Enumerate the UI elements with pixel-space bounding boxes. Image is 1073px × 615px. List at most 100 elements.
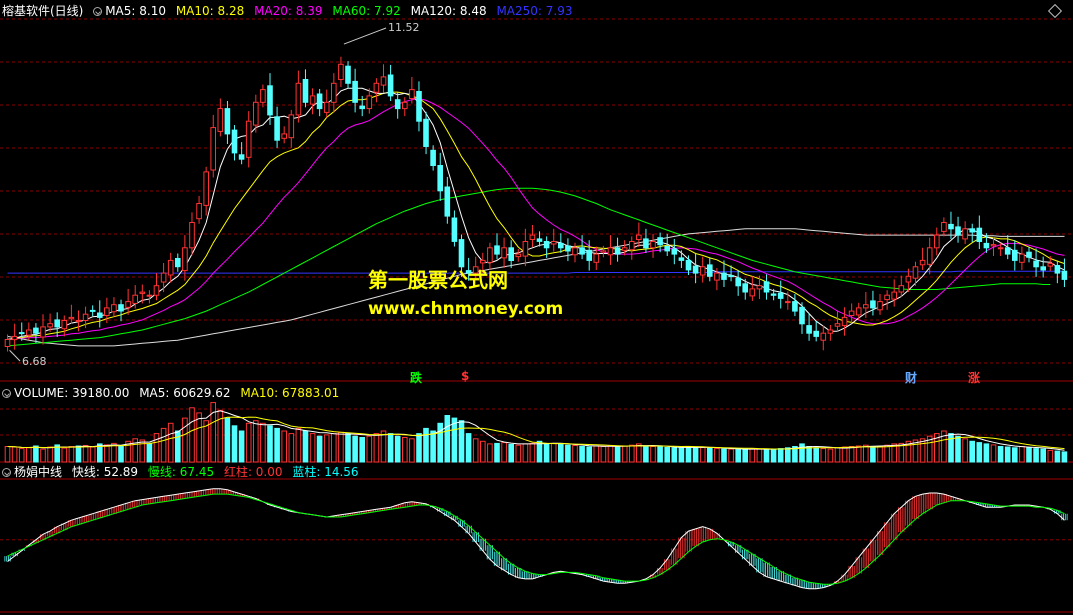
event-marker-rise[interactable]: 涨 <box>968 369 980 386</box>
volume-bar <box>281 430 287 463</box>
candle-body <box>621 247 628 251</box>
volume-bar <box>848 446 855 463</box>
volume-bar <box>948 433 954 463</box>
indicator-settings-icon[interactable] <box>2 468 11 477</box>
candle-body <box>692 265 699 274</box>
candle-body <box>182 247 188 272</box>
volume-bar <box>316 435 323 463</box>
candle-body <box>678 257 685 261</box>
candle-body <box>742 283 749 293</box>
volume-bar <box>402 437 408 463</box>
volume-bar <box>707 447 713 463</box>
candle-body <box>969 228 976 233</box>
candle-body <box>33 327 39 334</box>
candle-body <box>146 294 153 297</box>
volume-bar <box>458 420 465 463</box>
volume-bar <box>416 433 422 463</box>
volume-bar <box>643 445 649 463</box>
candle-body <box>274 116 280 141</box>
volume-bar <box>565 444 571 463</box>
volume-bar <box>515 444 522 463</box>
candle-body <box>643 238 649 249</box>
candle-body <box>345 65 351 84</box>
candle-body <box>770 293 777 296</box>
ma60-label: MA60: 7.92 <box>332 4 401 18</box>
candle-body <box>997 247 1004 250</box>
candle-body <box>97 312 103 318</box>
volume-bar <box>267 425 273 463</box>
volume-bar <box>508 443 514 463</box>
volume-bar <box>196 412 202 463</box>
volume-bar <box>224 417 231 463</box>
volume-bar <box>26 447 32 463</box>
volume-bar <box>785 447 791 463</box>
settings-circle-icon[interactable] <box>93 7 103 16</box>
volume-bar <box>373 433 380 463</box>
volume-bar <box>1026 447 1032 463</box>
volume-bar <box>182 417 188 463</box>
volume-bars <box>4 402 1068 463</box>
candle-body <box>806 325 812 334</box>
candle-body <box>153 285 160 296</box>
volume-bar <box>153 433 160 463</box>
candle-body <box>231 129 238 154</box>
volume-bar <box>40 448 46 463</box>
candle-body <box>501 247 507 259</box>
candle-body <box>792 301 798 312</box>
event-marker-dollar[interactable]: $ <box>461 369 469 383</box>
volume-bar <box>423 427 429 463</box>
volume-bar <box>18 448 25 463</box>
candle-body <box>260 89 266 103</box>
volume-bar <box>380 430 387 463</box>
price-low-label: 6.68 <box>22 355 47 368</box>
indicator-header: 杨娟中线 快线: 52.89 慢线: 67.45 红柱: 0.00 蓝柱: 14… <box>2 464 365 480</box>
volume-bar <box>75 445 82 463</box>
event-marker-finance[interactable]: 财 <box>905 369 917 386</box>
candle-body <box>416 91 422 122</box>
candle-body <box>68 316 75 320</box>
volume-bar <box>274 427 280 463</box>
volume-bar <box>629 444 635 463</box>
candle-body <box>132 294 138 304</box>
volume-bar <box>863 444 869 463</box>
event-marker-fall[interactable]: 跌 <box>410 369 422 386</box>
candle-body <box>550 241 557 245</box>
volume-bar <box>338 431 344 463</box>
stock-title: 榕基软件(日线) <box>2 4 84 18</box>
candle-body <box>579 247 585 255</box>
candle-body <box>721 272 727 280</box>
candle-body <box>983 242 990 249</box>
volume-bar <box>167 422 174 463</box>
candle-body <box>558 242 564 249</box>
candle-body <box>338 63 344 81</box>
candle-body <box>217 108 224 132</box>
volume-bar <box>245 422 252 463</box>
volume-bar <box>685 446 692 463</box>
volume-bar <box>1019 446 1025 463</box>
volume-bar <box>990 444 997 463</box>
candle-body <box>118 304 124 312</box>
candle-body <box>976 227 983 242</box>
candle-body <box>600 250 607 253</box>
candle-body <box>636 234 642 241</box>
volume-bar <box>827 448 834 463</box>
volume-bar <box>756 448 763 463</box>
candle-body <box>487 247 493 263</box>
candle-body <box>458 239 465 268</box>
candle-body <box>359 105 365 110</box>
candle-body <box>309 95 316 105</box>
volume-bar <box>692 446 699 463</box>
candle-body <box>515 253 522 258</box>
volume-bar <box>33 445 39 463</box>
high-pointer <box>343 27 387 45</box>
candle-body <box>777 292 784 299</box>
candle-body <box>877 301 883 311</box>
volume-bar <box>536 440 543 463</box>
volume-bar <box>600 446 607 463</box>
volume-bar <box>366 435 373 463</box>
candle-body <box>1012 249 1018 261</box>
candle-body <box>175 258 181 268</box>
volume-bar <box>323 434 330 463</box>
volume-settings-icon[interactable] <box>2 389 11 398</box>
volume-bar <box>487 443 493 463</box>
